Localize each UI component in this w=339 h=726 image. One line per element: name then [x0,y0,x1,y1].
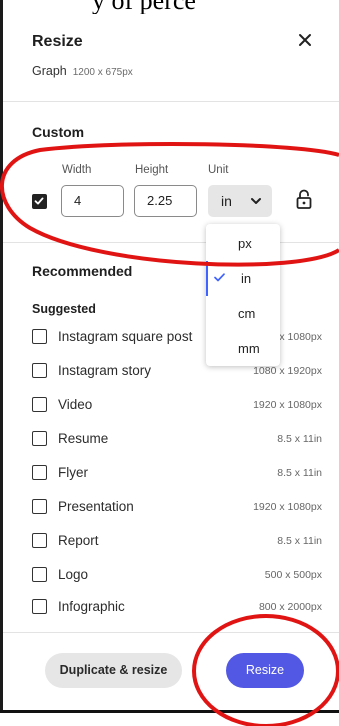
preset-name: Instagram story [58,363,152,378]
preset-size: 1920 x 1080px [253,501,322,513]
unit-dropdown-menu: px in cm mm [206,224,280,366]
unit-select[interactable]: in [208,185,272,217]
preset-name: Logo [58,567,89,582]
document-type: Graph [32,64,67,78]
chevron-down-icon [251,198,261,204]
dialog-title: Resize [32,33,83,50]
document-info: Graph 1200 x 675px [32,64,133,78]
unit-option-label: px [238,236,252,251]
unit-select-value: in [221,193,232,209]
preset-item[interactable]: Video 1920 x 1080px [32,395,322,415]
preset-size: 1920 x 1080px [253,399,322,411]
preset-size: 800 x 2000px [258,601,322,613]
preset-checkbox[interactable] [32,363,47,378]
preset-checkbox[interactable] [32,397,47,412]
preset-checkbox[interactable] [32,431,47,446]
preset-name: Presentation [58,499,134,514]
preset-name: Instagram square post [58,329,193,344]
preset-size: 500 x 500px [264,569,322,581]
preset-size: 1080 x 1920px [253,365,322,377]
height-input[interactable]: 2.25 [134,185,197,217]
checkmark-icon [214,273,225,282]
unit-option-mm[interactable]: mm [206,331,280,366]
bottom-border [0,710,339,713]
preset-name: Video [58,397,93,412]
footer-divider [3,632,339,633]
preset-item[interactable]: Presentation 1920 x 1080px [32,497,322,517]
preset-size: 8.5 x 11in [277,467,322,479]
width-input[interactable]: 4 [61,185,124,217]
preset-name: Infographic [58,599,125,614]
preset-name: Report [58,533,99,548]
unit-option-px[interactable]: px [206,226,280,261]
preset-item[interactable]: Infographic 800 x 2000px [32,597,322,617]
resize-button[interactable]: Resize [226,653,304,688]
duplicate-resize-button[interactable]: Duplicate & resize [45,653,182,688]
preset-checkbox[interactable] [32,567,47,582]
unit-option-label: mm [238,341,260,356]
header-divider [3,101,339,102]
preset-name: Flyer [58,465,88,480]
unit-option-label: in [241,271,252,286]
unit-option-cm[interactable]: cm [206,296,280,331]
aspect-lock-toggle[interactable] [296,189,312,214]
preset-checkbox[interactable] [32,329,47,344]
preset-checkbox[interactable] [32,533,47,548]
preset-checkbox[interactable] [32,499,47,514]
top-overflow-text: y of perce [92,0,196,14]
close-button[interactable] [298,30,312,52]
top-overflow-text-clip: y of perce [0,0,339,14]
unit-option-label: cm [238,306,256,321]
preset-name: Resume [58,431,109,446]
height-label: Height [135,164,169,176]
preset-size: 8.5 x 11in [277,535,322,547]
unit-label: Unit [208,164,229,176]
checkmark-icon [34,197,44,205]
preset-item[interactable]: Resume 8.5 x 11in [32,429,322,449]
document-dimensions: 1200 x 675px [72,67,133,78]
preset-size: 8.5 x 11in [277,433,322,445]
custom-size-checkbox[interactable] [32,194,47,209]
custom-divider [3,242,339,243]
suggested-label: Suggested [32,302,96,316]
unit-option-in[interactable]: in [206,261,280,296]
preset-item[interactable]: Flyer 8.5 x 11in [32,463,322,483]
custom-heading: Custom [32,124,85,140]
width-label: Width [62,164,92,176]
preset-item[interactable]: Report 8.5 x 11in [32,531,322,551]
unlock-icon [296,189,312,209]
close-icon [299,34,311,46]
preset-checkbox[interactable] [32,465,47,480]
panel-left-border [0,0,3,712]
recommended-heading: Recommended [32,263,133,279]
preset-item[interactable]: Logo 500 x 500px [32,565,322,585]
preset-checkbox[interactable] [32,599,47,614]
